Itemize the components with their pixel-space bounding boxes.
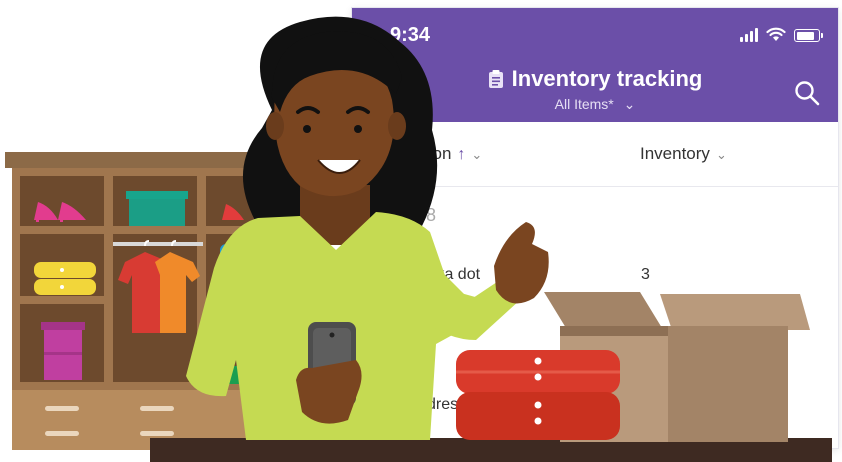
search-icon[interactable]	[794, 80, 820, 106]
chevron-down-icon: ⌄	[623, 96, 636, 112]
column-header-title[interactable]: tion ↑ ⌄	[424, 144, 482, 164]
battery-icon	[794, 29, 823, 42]
list-item-inventory: 3	[641, 266, 650, 283]
column-title-label: tion	[424, 144, 452, 163]
chevron-down-icon: ⌄	[471, 147, 483, 162]
phone-screen: 9:34 Inventory tracking All Items* ⌄ tio…	[352, 8, 838, 448]
clipboard-icon	[488, 70, 503, 88]
list-item-title[interactable]: 4778	[396, 205, 436, 226]
column-header-inventory[interactable]: Inventory ⌄	[640, 144, 727, 164]
list-item-title[interactable]: dress	[427, 396, 466, 414]
status-icons	[740, 27, 823, 42]
view-selector[interactable]: All Items* ⌄	[352, 96, 838, 113]
column-header-row: tion ↑ ⌄ Inventory ⌄	[352, 122, 838, 187]
scene: 9:34 Inventory tracking All Items* ⌄ tio…	[0, 0, 842, 462]
chevron-down-icon: ⌄	[715, 147, 727, 162]
status-time: 9:34	[390, 24, 431, 46]
sort-up-icon: ↑	[457, 146, 466, 163]
app-title: Inventory tracking	[511, 66, 703, 91]
app-header: 9:34 Inventory tracking All Items* ⌄	[352, 8, 838, 122]
wifi-icon	[766, 27, 786, 41]
signal-icon	[740, 28, 758, 42]
column-inventory-label: Inventory	[640, 144, 710, 163]
list-item-title[interactable]: olka dot	[424, 266, 480, 284]
app-title-row: Inventory tracking	[352, 66, 838, 92]
shelf-illustration	[5, 152, 290, 450]
view-label: All Items*	[554, 96, 614, 112]
